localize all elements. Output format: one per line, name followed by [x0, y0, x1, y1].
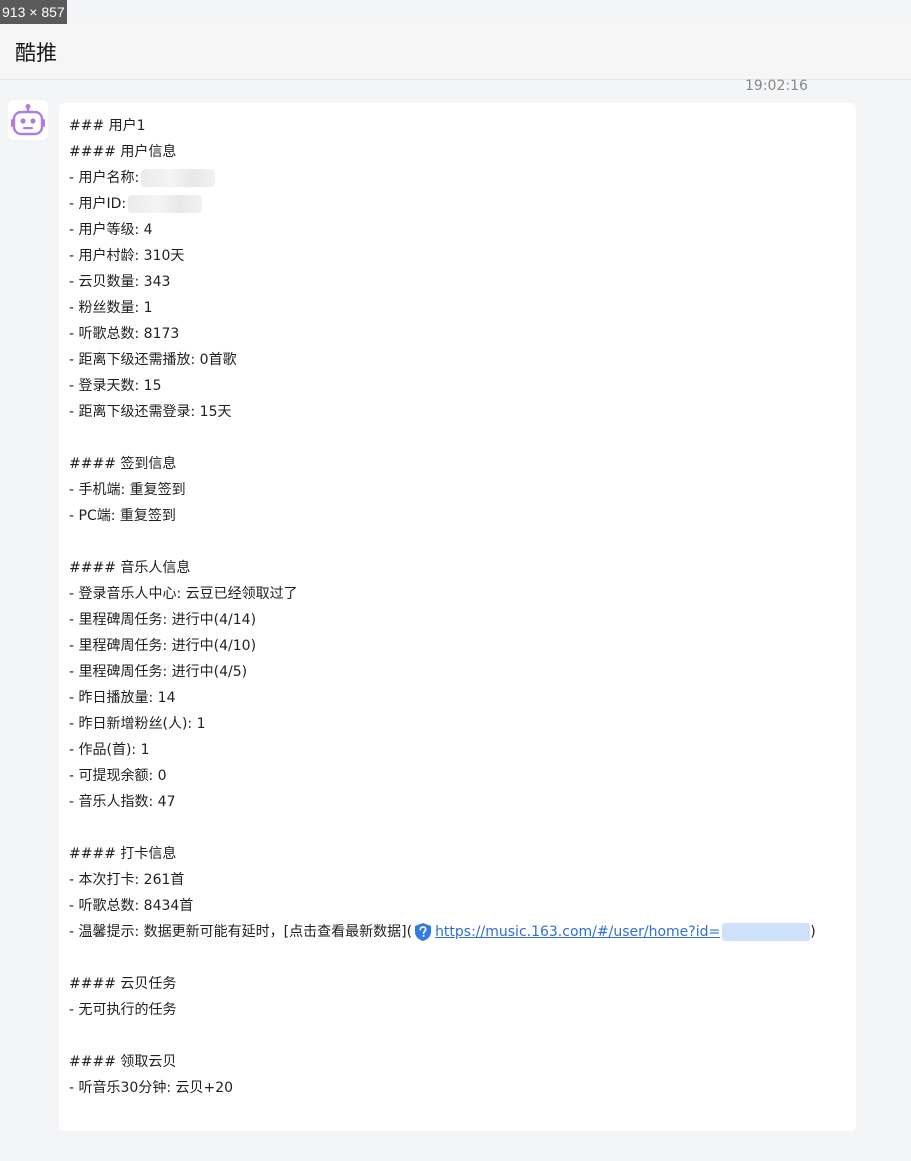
line-7: - 粉丝数量: 1	[69, 300, 153, 316]
line-11: - 距离下级还需登录: 15天	[69, 404, 232, 420]
line-31: - 温馨提示: 数据更新可能有延时，[点击查看最新数据]( https://mu…	[69, 919, 846, 945]
line-17: #### 音乐人信息	[69, 560, 191, 576]
line-15: - PC端: 重复签到	[69, 508, 176, 524]
tip-text: - 温馨提示: 数据更新可能有延时，[点击查看最新数据](	[69, 924, 413, 940]
line-4: - 用户等级: 4	[69, 222, 153, 238]
line-18: - 登录音乐人中心: 云豆已经领取过了	[69, 586, 298, 602]
line-28: #### 打卡信息	[69, 846, 177, 862]
line-21: - 里程碑周任务: 进行中(4/5)	[69, 664, 248, 680]
line-14: - 手机端: 重复签到	[69, 482, 186, 498]
chat-title: 酷推	[15, 41, 57, 65]
line-26: - 音乐人指数: 47	[69, 794, 176, 810]
link-close-paren: )	[810, 924, 816, 940]
line-37: - 听音乐30分钟: 云贝+20	[69, 1080, 234, 1096]
line-3: - 用户ID:	[69, 191, 846, 217]
line-30: - 听歌总数: 8434首	[69, 898, 194, 914]
chat-header: 酷推	[0, 24, 911, 80]
message-bubble: ### 用户1 #### 用户信息 - 用户名称: - 用户ID: - 用户等级…	[59, 103, 856, 1131]
line-24: - 作品(首): 1	[69, 742, 150, 758]
line-23: - 昨日新增粉丝(人): 1	[69, 716, 206, 732]
line-13: #### 签到信息	[69, 456, 177, 472]
line-1: #### 用户信息	[69, 144, 177, 160]
redacted-user-id-in-url	[722, 923, 811, 941]
line-36: #### 领取云贝	[69, 1054, 177, 1070]
screen-size-badge: 913 × 857	[0, 0, 67, 24]
line-34: - 无可执行的任务	[69, 1002, 177, 1018]
redacted-user-id	[128, 195, 203, 213]
line-0: ### 用户1	[69, 118, 146, 134]
redacted-user-name	[141, 169, 216, 187]
line-19: - 里程碑周任务: 进行中(4/14)	[69, 612, 257, 628]
user-id-label: - 用户ID:	[69, 196, 127, 212]
line-8: - 听歌总数: 8173	[69, 326, 180, 342]
latest-data-link[interactable]: https://music.163.com/#/user/home?id=	[412, 919, 811, 945]
user-name-label: - 用户名称:	[69, 170, 140, 186]
music-home-url[interactable]: https://music.163.com/#/user/home?id=	[435, 919, 720, 945]
line-29: - 本次打卡: 261首	[69, 872, 185, 888]
bot-avatar[interactable]	[8, 100, 48, 140]
line-20: - 里程碑周任务: 进行中(4/10)	[69, 638, 257, 654]
line-6: - 云贝数量: 343	[69, 274, 171, 290]
line-9: - 距离下级还需播放: 0首歌	[69, 352, 237, 368]
shield-question-icon	[415, 923, 432, 941]
line-10: - 登录天数: 15	[69, 378, 162, 394]
line-33: #### 云贝任务	[69, 976, 177, 992]
line-2: - 用户名称:	[69, 165, 846, 191]
robot-icon	[11, 104, 45, 136]
line-25: - 可提现余额: 0	[69, 768, 167, 784]
line-22: - 昨日播放量: 14	[69, 690, 176, 706]
line-5: - 用户村龄: 310天	[69, 248, 185, 264]
message-timestamp: 19:02:16	[745, 78, 808, 94]
